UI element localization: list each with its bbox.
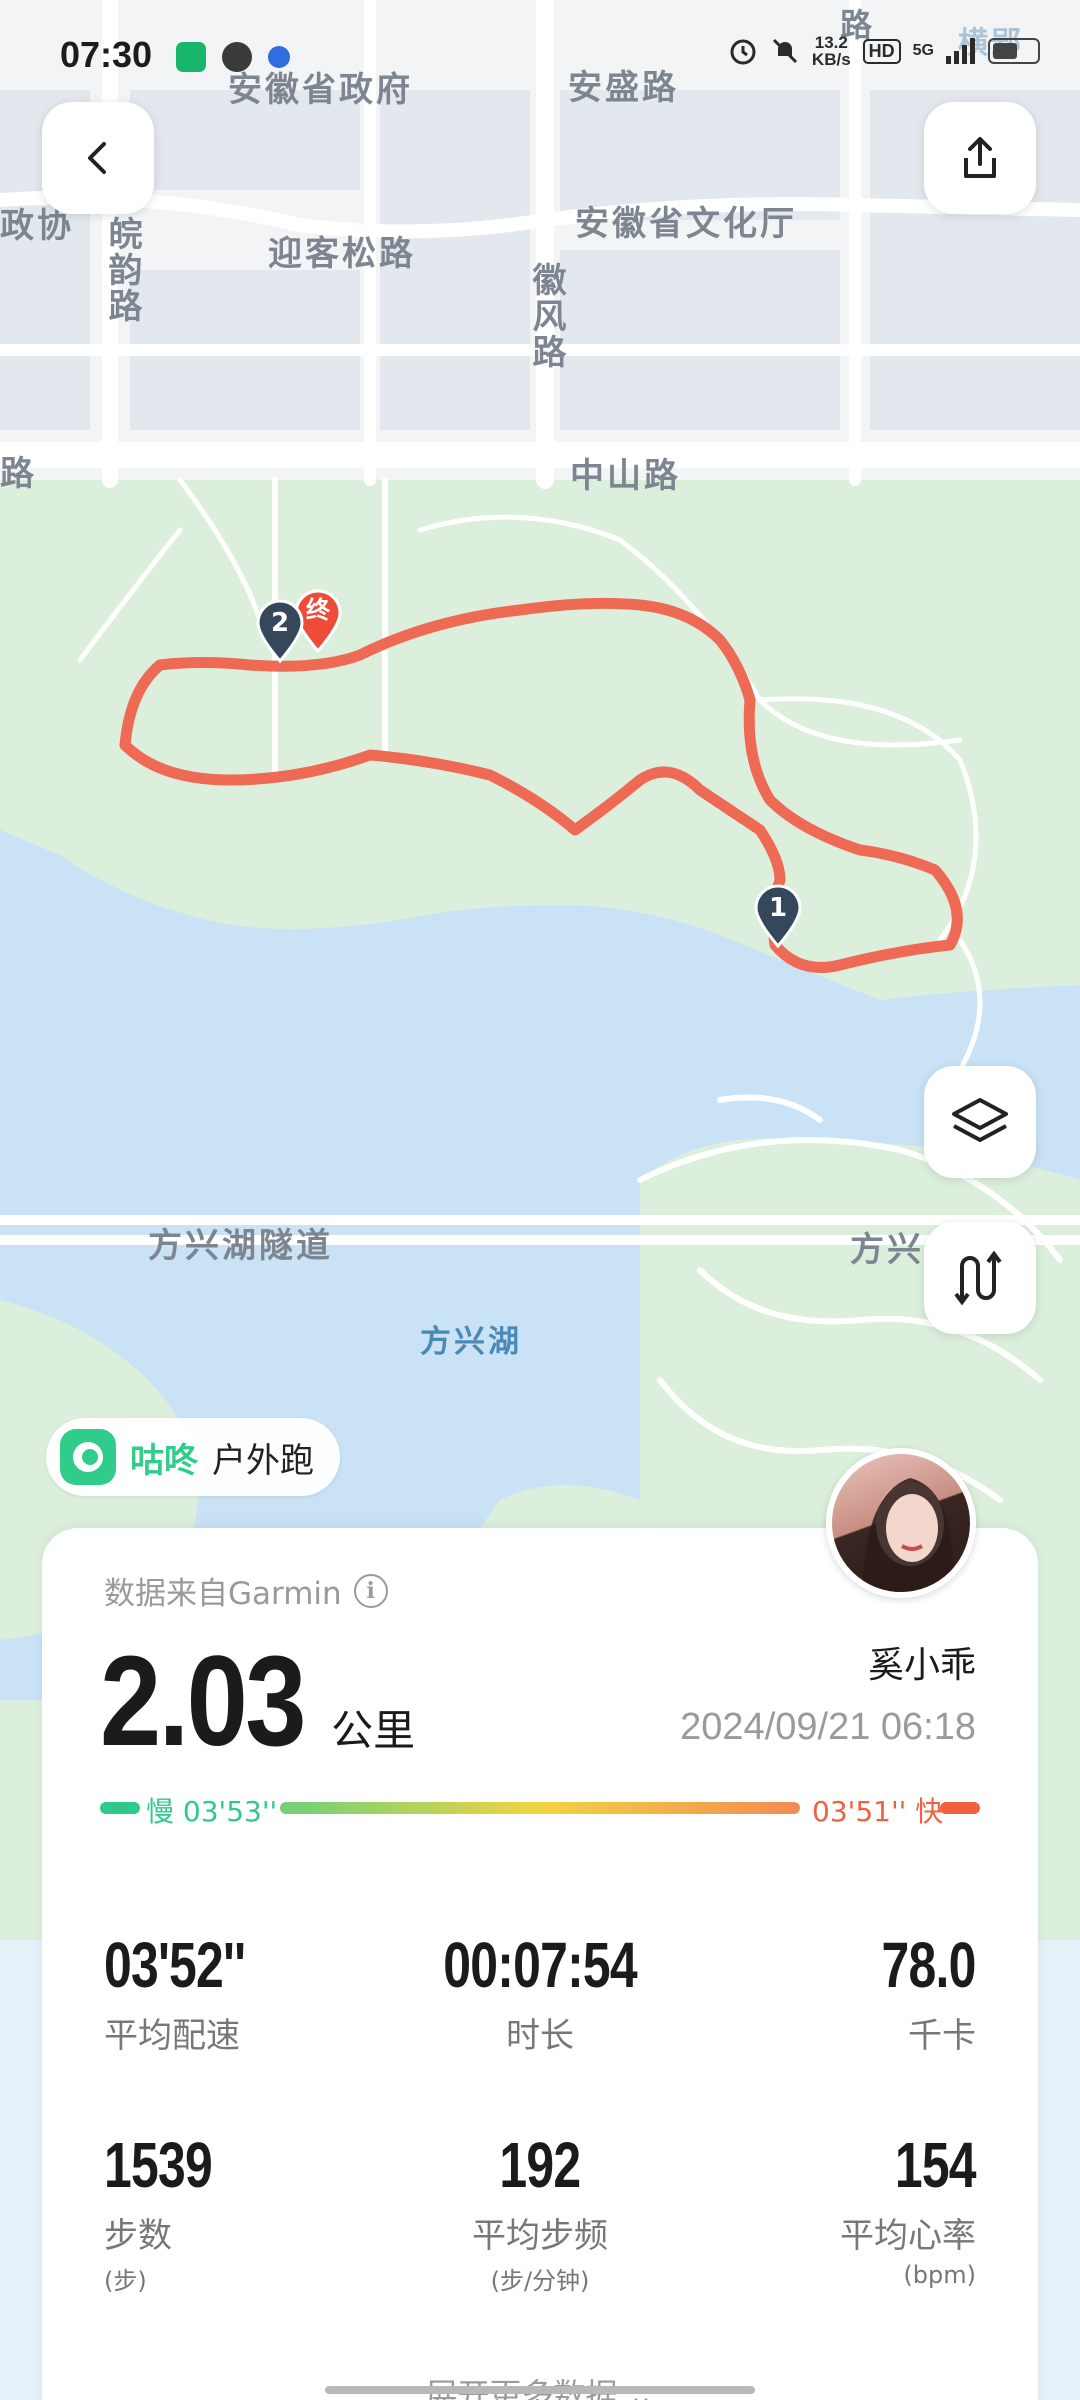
- lap-marker-2[interactable]: 2: [252, 595, 308, 669]
- activity-source-tag: 咕咚 户外跑: [46, 1418, 340, 1496]
- pace-slow: 慢 03'53'': [146, 1795, 278, 1828]
- fast-indicator: [940, 1802, 980, 1814]
- slow-indicator: [100, 1802, 140, 1814]
- distance-unit: 公里: [331, 1706, 416, 1755]
- status-right: 13.2 KB/s HD 5G: [728, 34, 1040, 68]
- summary-card: 数据来自Garmin i 2.03 公里 奚小乖 2024/09/21 06:1…: [42, 1528, 1038, 2400]
- battery-icon: [988, 38, 1040, 64]
- network-type: 5G: [912, 42, 934, 59]
- map-label: 皖韵路: [102, 216, 142, 324]
- lap-marker-label: 2: [270, 608, 290, 638]
- lap-marker-label: 1: [768, 893, 788, 923]
- map-label: 方兴: [850, 1230, 924, 1270]
- stat-label: 千卡: [908, 2016, 976, 2056]
- codoon-logo-icon: [60, 1429, 116, 1485]
- net-speed-value: 13.2: [814, 33, 848, 52]
- app-name: 咕咚: [130, 1440, 198, 1481]
- mute-icon: [772, 38, 797, 64]
- map-label: 迎客松路: [268, 234, 416, 274]
- stat-label: 平均步频: [472, 2216, 608, 2256]
- stat-unit: (bpm): [903, 2261, 976, 2289]
- share-icon: [964, 137, 996, 178]
- info-icon[interactable]: i: [353, 1573, 388, 1608]
- stat-value: 03'52'': [104, 1929, 246, 2001]
- stat-avg-pace: 03'52'' 平均配速: [104, 1928, 285, 2057]
- stat-value: 00:07:54: [443, 1929, 637, 2001]
- net-speed-unit: KB/s: [811, 50, 851, 69]
- status-time: 07:30: [60, 34, 153, 75]
- map-label: 方兴湖隧道: [148, 1226, 333, 1266]
- map-label: 徽风路: [526, 262, 566, 370]
- pace-gradient: [280, 1802, 800, 1814]
- distance-value: 2.03: [100, 1630, 307, 1773]
- data-source-label: 数据来自Garmin: [104, 1576, 342, 1612]
- signal-icon: [946, 38, 975, 64]
- pace-fast: 03'51'' 快: [812, 1795, 944, 1828]
- pace-legend: 慢 03'53'' 03'51'' 快: [100, 1790, 980, 1828]
- stat-value: 78.0: [881, 1929, 977, 2001]
- app-leaf-icon: [222, 42, 252, 72]
- layers-button[interactable]: [924, 1066, 1036, 1178]
- net-speed: 13.2 KB/s: [812, 34, 851, 68]
- chevron-left-icon: [88, 142, 106, 174]
- stat-label: 步数: [104, 2216, 172, 2256]
- map-label: 路: [0, 454, 37, 494]
- map-label: 安徽省文化厅: [575, 204, 797, 244]
- layers-icon: [952, 1098, 1008, 1142]
- stat-value: 1539: [104, 2129, 213, 2201]
- expand-more-button[interactable]: 展开更多数据 ⌄: [42, 2370, 1038, 2400]
- app-green-icon: [176, 42, 206, 72]
- stat-unit: (步): [104, 2267, 147, 2295]
- activity-datetime: 2024/09/21 06:18: [680, 1706, 976, 1748]
- hd-badge: HD: [862, 38, 901, 64]
- user-name[interactable]: 奚小乖: [868, 1636, 976, 1688]
- stat-cadence: 192 平均步频 (步/分钟): [390, 2128, 690, 2296]
- lap-marker-1[interactable]: 1: [750, 880, 806, 954]
- map-label: 中山路: [570, 456, 681, 496]
- data-source: 数据来自Garmin i: [104, 1568, 388, 1613]
- route-wave-icon: [954, 1250, 1002, 1306]
- route-toggle-button[interactable]: [924, 1222, 1036, 1334]
- home-indicator[interactable]: [325, 2386, 755, 2394]
- stat-value: 192: [499, 2129, 582, 2201]
- activity-type: 户外跑: [212, 1440, 314, 1481]
- baidu-paw-icon: [268, 46, 290, 68]
- stat-calories: 78.0 千卡: [855, 1928, 977, 2057]
- back-button[interactable]: [42, 102, 154, 214]
- stat-unit: (步/分钟): [490, 2267, 590, 2295]
- stat-steps: 1539 步数 (步): [104, 2128, 242, 2296]
- stat-label: 平均心率: [840, 2216, 976, 2256]
- stat-heart-rate: 154 平均心率 (bpm): [840, 2128, 977, 2289]
- status-bar: 07:30 13.2 KB/s HD 5G: [0, 0, 1080, 110]
- avatar[interactable]: [826, 1448, 976, 1598]
- stat-duration: 00:07:54 时长: [390, 1928, 690, 2057]
- stat-value: 154: [895, 2129, 977, 2201]
- stat-label: 时长: [506, 2016, 574, 2056]
- stat-label: 平均配速: [104, 2016, 240, 2056]
- alarm-icon: [730, 39, 756, 65]
- share-button[interactable]: [924, 102, 1036, 214]
- map-label: 方兴湖: [420, 1324, 522, 1360]
- distance: 2.03 公里: [100, 1628, 415, 1775]
